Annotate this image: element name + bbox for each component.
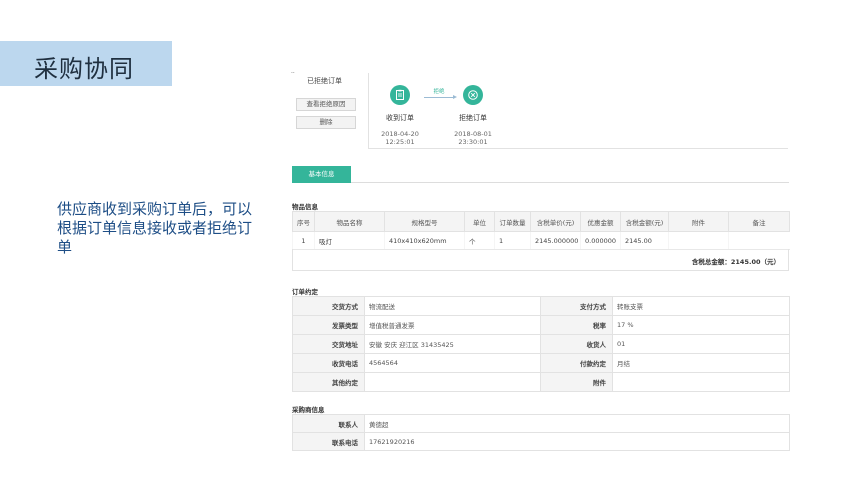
order-status: 已拒绝订单: [307, 77, 342, 85]
goods-header-cell: 单位: [464, 211, 495, 232]
term-label: 收货人: [540, 334, 613, 354]
table-row: 1 吸灯 410x410x620mm 个 1 2145.000000 0.000…: [292, 231, 790, 250]
goods-cell: [668, 231, 729, 250]
goods-header-cell: 备注: [728, 211, 790, 232]
term-value: 安徽 安庆 迎江区 31435425: [364, 334, 541, 354]
term-label: 交货地址: [292, 334, 365, 354]
step-date: 2018-08-01: [454, 130, 492, 138]
tab-bar: 基本信息: [292, 166, 789, 183]
term-label: 支付方式: [540, 296, 613, 316]
term-value: 物流配送: [364, 296, 541, 316]
term-label: 附件: [540, 372, 613, 392]
table-row: 联系人 黄徳超: [292, 414, 790, 433]
term-value: [364, 372, 541, 392]
table-row: 交货地址 安徽 安庆 迎江区 31435425 收货人 01: [292, 334, 790, 354]
view-reject-reason-button[interactable]: 查看拒绝原因: [296, 98, 356, 111]
flow-step-received: 收到订单 2018-04-20 12:25:01: [370, 85, 430, 146]
term-value: 增值税普通发票: [364, 315, 541, 335]
delete-button[interactable]: 删除: [296, 116, 356, 129]
term-label: 税率: [540, 315, 613, 335]
goods-total: 含税总金额：2145.00（元）: [691, 258, 780, 266]
order-terms-table: 交货方式 物流配送 支付方式 转账支票 发票类型 增值税普通发票 税率 17 %…: [292, 296, 790, 392]
order-screenshot: .. 已拒绝订单 查看拒绝原因 删除 收到订单 2018-04-20 12:25:…: [285, 68, 795, 468]
term-label: 交货方式: [292, 296, 365, 316]
buyer-contact-label: 联系人: [292, 414, 365, 433]
step-label: 收到订单: [386, 114, 414, 122]
term-label: 收货电话: [292, 353, 365, 373]
slide-title: 采购协同: [34, 55, 134, 83]
step-date: 2018-04-20: [381, 130, 419, 138]
step-time: 12:25:01: [385, 138, 415, 146]
term-value: 转账支票: [612, 296, 790, 316]
buyer-phone-label: 联系电话: [292, 432, 365, 451]
table-row: 交货方式 物流配送 支付方式 转账支票: [292, 296, 790, 316]
tab-basic-info[interactable]: 基本信息: [292, 166, 351, 183]
term-label: 其他约定: [292, 372, 365, 392]
goods-header-cell: 规格型号: [384, 211, 465, 232]
goods-header-cell: 附件: [668, 211, 729, 232]
goods-header-cell: 含税单价(元): [530, 211, 581, 232]
goods-total-row: 含税总金额：2145.00（元）: [292, 249, 789, 271]
goods-table: 序号 物品名称 规格型号 单位 订单数量 含税单价(元) 优惠金额 含税金额(元…: [292, 211, 790, 250]
table-row: 收货电话 4564564 付款约定 月结: [292, 353, 790, 373]
goods-cell: 1: [292, 231, 315, 250]
term-value: 月结: [612, 353, 790, 373]
flow-step-rejected: 拒绝订单 2018-08-01 23:30:01: [443, 85, 503, 146]
buyer-phone-value: 17621920216: [364, 432, 790, 451]
goods-cell: 0.000000: [580, 231, 621, 250]
term-value: 01: [612, 334, 790, 354]
term-value: 4564564: [364, 353, 541, 373]
goods-cell: 2145.000000: [530, 231, 581, 250]
goods-section-title: 物品信息: [292, 203, 318, 211]
slide-description: 供应商收到采购订单后，可以根据订单信息接收或者拒绝订单: [57, 200, 253, 256]
term-label: 发票类型: [292, 315, 365, 335]
table-row: 其他约定 附件: [292, 372, 790, 392]
order-status-panel: 已拒绝订单 查看拒绝原因 删除: [285, 73, 367, 148]
goods-header-cell: 序号: [292, 211, 315, 232]
close-circle-icon: [463, 85, 483, 105]
goods-cell: [728, 231, 790, 250]
term-value: 17 %: [612, 315, 790, 335]
goods-cell: 吸灯: [314, 231, 385, 250]
goods-cell: 1: [494, 231, 531, 250]
table-row: 联系电话 17621920216: [292, 432, 790, 451]
goods-header-cell: 订单数量: [494, 211, 531, 232]
buyer-info-table: 联系人 黄徳超 联系电话 17621920216: [292, 414, 790, 451]
goods-header-cell: 优惠金额: [580, 211, 621, 232]
term-value: [612, 372, 790, 392]
goods-header-row: 序号 物品名称 规格型号 单位 订单数量 含税单价(元) 优惠金额 含税金额(元…: [292, 211, 790, 232]
goods-cell: 个: [464, 231, 495, 250]
goods-cell: 410x410x620mm: [384, 231, 465, 250]
order-flow: 收到订单 2018-04-20 12:25:01 拒绝 拒绝订单 2018-08-…: [368, 73, 788, 149]
step-time: 23:30:01: [458, 138, 488, 146]
order-section-title: 订单约定: [292, 288, 318, 296]
table-row: 发票类型 增值税普通发票 税率 17 %: [292, 315, 790, 335]
goods-header-cell: 物品名称: [314, 211, 385, 232]
buyer-contact-value: 黄徳超: [364, 414, 790, 433]
goods-cell: 2145.00: [620, 231, 669, 250]
goods-header-cell: 含税金额(元): [620, 211, 669, 232]
slide-title-box: 采购协同: [0, 41, 172, 86]
buyer-section-title: 采购商信息: [292, 406, 325, 414]
step-label: 拒绝订单: [459, 114, 487, 122]
term-label: 付款约定: [540, 353, 613, 373]
clipboard-icon: [390, 85, 410, 105]
